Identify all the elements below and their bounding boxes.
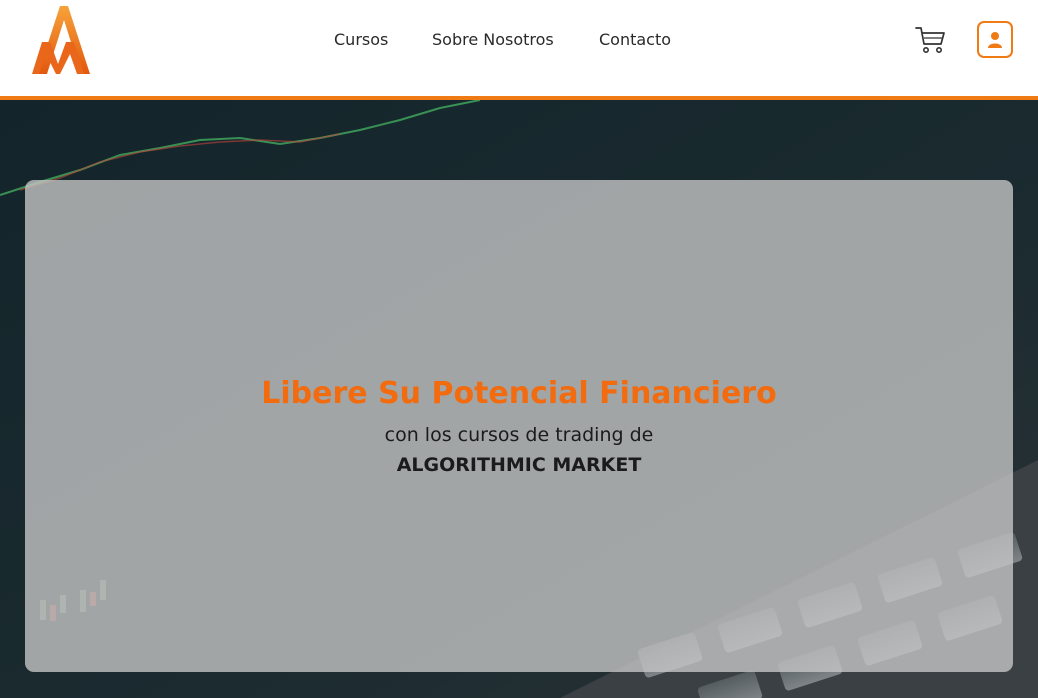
header-accent-line bbox=[0, 96, 1038, 100]
shopping-cart-icon bbox=[915, 27, 945, 53]
site-header: Cursos Sobre Nosotros Contacto bbox=[0, 0, 1038, 96]
cart-button[interactable] bbox=[914, 24, 946, 56]
hero-subtitle: con los cursos de trading de bbox=[384, 424, 654, 446]
nav-link-contacto[interactable]: Contacto bbox=[599, 29, 671, 51]
hero-brand-name: ALGORITHMIC MARKET bbox=[396, 454, 642, 476]
main-nav: Cursos Sobre Nosotros Contacto bbox=[0, 29, 1038, 51]
hero-card: Libere Su Potencial Financiero con los c… bbox=[25, 180, 1013, 672]
nav-link-cursos[interactable]: Cursos bbox=[334, 29, 388, 51]
user-icon bbox=[988, 32, 1002, 48]
hero-section: Libere Su Potencial Financiero con los c… bbox=[0, 100, 1038, 698]
hero-title: Libere Su Potencial Financiero bbox=[261, 376, 777, 411]
user-account-button[interactable] bbox=[977, 21, 1013, 58]
nav-link-sobre-nosotros[interactable]: Sobre Nosotros bbox=[432, 29, 554, 51]
